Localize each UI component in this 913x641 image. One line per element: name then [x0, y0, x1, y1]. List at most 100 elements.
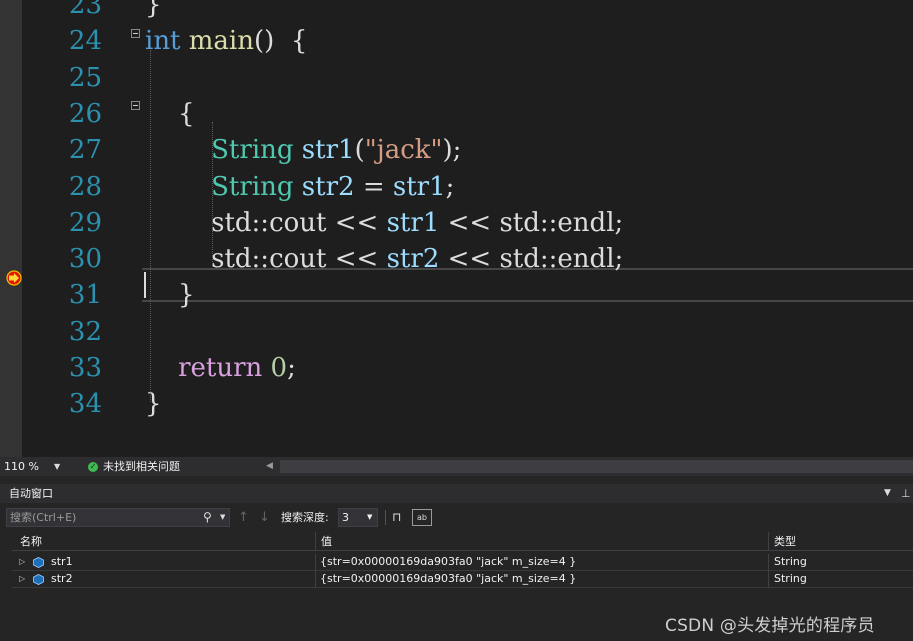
- code-line[interactable]: 23}: [0, 0, 913, 23]
- search-depth-value: 3: [342, 511, 349, 524]
- code-line[interactable]: 29 std::cout << str1 << std::endl;: [0, 205, 913, 241]
- code-text[interactable]: int main() {: [145, 23, 307, 59]
- line-number: 31: [68, 280, 102, 311]
- code-token: ;: [445, 171, 455, 202]
- code-token: {: [145, 98, 195, 129]
- code-token: String: [211, 135, 294, 166]
- column-divider: [768, 554, 769, 571]
- code-line[interactable]: 30 std::cout << str2 << std::endl;: [0, 241, 913, 277]
- code-token: ;: [287, 353, 296, 383]
- column-divider: [768, 571, 769, 588]
- line-number: 34: [68, 389, 102, 420]
- code-text[interactable]: }: [145, 0, 162, 23]
- panel-title: 自动窗口: [9, 487, 53, 500]
- watermark: CSDN @头发掉光的程序员: [665, 616, 875, 636]
- execution-pointer-icon: [6, 270, 22, 286]
- column-divider[interactable]: [768, 532, 769, 551]
- line-number: 32: [68, 316, 102, 347]
- code-line[interactable]: 32: [0, 314, 913, 350]
- code-text[interactable]: String str1("jack");: [145, 132, 461, 168]
- expand-arrow-icon[interactable]: ▷: [19, 571, 25, 587]
- column-divider[interactable]: [315, 532, 316, 551]
- fold-collapse-icon[interactable]: [131, 29, 140, 38]
- code-token: << std::endl;: [439, 244, 624, 275]
- code-token: 0: [270, 353, 288, 383]
- editor-status-bar: 110 % ▼ ✓ 未找到相关问题 ◀: [0, 457, 913, 476]
- code-token: str2: [386, 244, 440, 275]
- code-text[interactable]: String str2 = str1;: [145, 169, 454, 205]
- code-line[interactable]: 31 }: [0, 277, 913, 313]
- code-line[interactable]: 27 String str1("jack");: [0, 132, 913, 168]
- line-number: 26: [68, 98, 102, 129]
- column-header-name[interactable]: 名称: [20, 532, 42, 551]
- horizontal-scrollbar[interactable]: [280, 460, 913, 473]
- code-text[interactable]: }: [145, 386, 162, 422]
- chevron-down-icon[interactable]: ▼: [54, 457, 60, 476]
- code-token: << std::endl;: [439, 207, 624, 238]
- expand-arrow-icon[interactable]: ▷: [19, 554, 25, 570]
- line-number: 33: [68, 353, 102, 383]
- line-number: 30: [68, 244, 102, 275]
- search-icon[interactable]: ⚲: [203, 509, 212, 526]
- code-text[interactable]: }: [145, 277, 195, 313]
- fold-collapse-icon[interactable]: [131, 101, 140, 110]
- code-line[interactable]: 28 String str2 = str1;: [0, 169, 913, 205]
- variable-name: str2: [51, 572, 73, 585]
- column-divider: [315, 571, 316, 588]
- indent-guide: [150, 50, 151, 402]
- line-number: 28: [68, 171, 102, 202]
- line-number: 27: [68, 135, 102, 166]
- table-row[interactable]: ▷ str2 {str=0x00000169da903fa0 "jack" m_…: [12, 571, 913, 588]
- search-next-icon[interactable]: ↓: [259, 508, 270, 527]
- code-token: str1: [301, 135, 355, 166]
- variable-name: str1: [51, 555, 73, 568]
- code-token: "jack": [364, 135, 443, 166]
- variable-value[interactable]: {str=0x00000169da903fa0 "jack" m_size=4 …: [320, 554, 576, 570]
- pin-toggle-icon[interactable]: ⊓: [392, 508, 401, 527]
- code-line[interactable]: 33 return 0;: [0, 350, 913, 386]
- search-box[interactable]: 搜索(Ctrl+E) ⚲ ▼: [6, 508, 230, 527]
- code-token: str2: [301, 171, 355, 202]
- column-divider: [315, 554, 316, 571]
- chevron-down-icon: ▼: [367, 513, 373, 521]
- code-token: main: [188, 26, 254, 57]
- indent-guide: [212, 122, 213, 264]
- code-editor[interactable]: 23} 24 int main() {25 26 {27 String str1("j…: [0, 0, 913, 457]
- code-line[interactable]: 25: [0, 60, 913, 96]
- code-line[interactable]: 34}: [0, 386, 913, 422]
- search-input[interactable]: 搜索(Ctrl+E): [10, 509, 76, 526]
- code-text[interactable]: std::cout << str1 << std::endl;: [145, 205, 623, 241]
- code-token: return: [178, 353, 263, 383]
- issues-text: 未找到相关问题: [103, 460, 180, 473]
- chevron-down-icon[interactable]: ▼: [220, 509, 225, 526]
- check-circle-icon: ✓: [88, 461, 98, 472]
- column-header-value[interactable]: 值: [321, 532, 332, 551]
- code-token: }: [145, 280, 195, 311]
- line-number: 24: [68, 26, 102, 57]
- column-header-type[interactable]: 类型: [774, 532, 796, 551]
- variable-value[interactable]: {str=0x00000169da903fa0 "jack" m_size=4 …: [320, 571, 576, 587]
- variable-type: String: [774, 555, 807, 568]
- pin-icon[interactable]: ⊥: [901, 484, 911, 503]
- code-text[interactable]: return 0;: [145, 350, 296, 386]
- code-token: =: [354, 171, 393, 202]
- scroll-left-icon[interactable]: ◀: [266, 457, 273, 476]
- toolbar-separator: [385, 510, 386, 525]
- dropdown-arrow-icon[interactable]: ▼: [884, 484, 891, 503]
- code-token: String: [211, 171, 294, 202]
- code-token: str1: [386, 207, 440, 238]
- search-previous-icon[interactable]: ↑: [238, 508, 249, 527]
- code-token: }: [145, 389, 162, 420]
- issues-indicator[interactable]: ✓ 未找到相关问题: [88, 457, 180, 476]
- code-token: str1: [392, 171, 446, 202]
- code-text[interactable]: std::cout << str2 << std::endl;: [145, 241, 623, 277]
- grid-header: 名称 值 类型: [12, 532, 913, 551]
- table-row[interactable]: ▷ str1 {str=0x00000169da903fa0 "jack" m_…: [12, 554, 913, 571]
- code-text[interactable]: {: [145, 96, 195, 132]
- object-variable-icon: [33, 557, 44, 568]
- search-depth-select[interactable]: 3 ▼: [338, 508, 378, 527]
- view-as-text-icon[interactable]: ab: [412, 509, 432, 526]
